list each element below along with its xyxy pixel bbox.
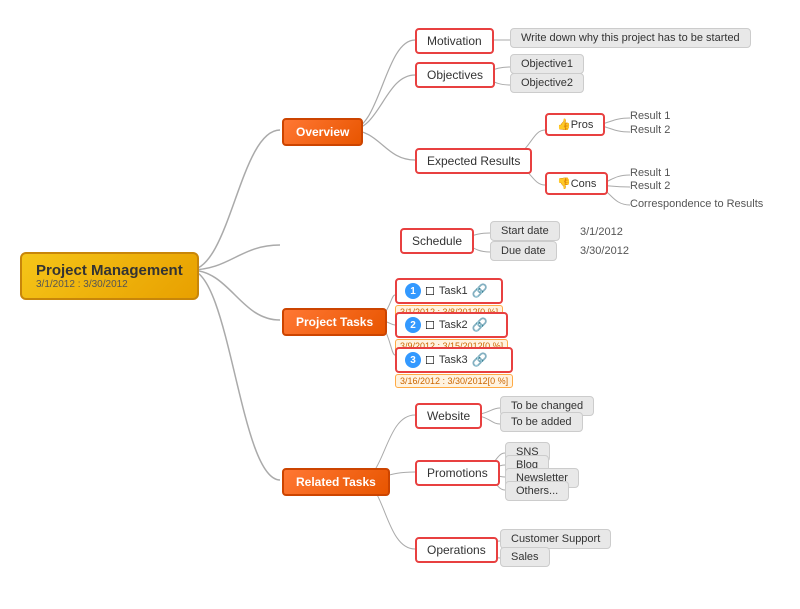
root-node: Project Management 3/1/2012 : 3/30/2012 xyxy=(20,252,199,300)
schedule-node[interactable]: Schedule xyxy=(400,228,474,254)
objective2: Objective2 xyxy=(510,73,584,93)
start-date-value: 3/1/2012 xyxy=(580,224,623,240)
correspondence-text: Correspondence to Results xyxy=(630,196,763,212)
motivation-node[interactable]: Motivation xyxy=(415,28,494,54)
promotions-node[interactable]: Promotions xyxy=(415,460,500,486)
expected-results-node[interactable]: Expected Results xyxy=(415,148,532,174)
website-item2: To be added xyxy=(500,412,583,432)
motivation-text: Write down why this project has to be st… xyxy=(510,28,751,48)
root-subtitle: 3/1/2012 : 3/30/2012 xyxy=(36,279,183,290)
objective1: Objective1 xyxy=(510,54,584,74)
task3-date: 3/16/2012 : 3/30/2012[0 %] xyxy=(395,374,513,388)
website-node[interactable]: Website xyxy=(415,403,482,429)
task2-icon: 🔗 xyxy=(472,317,488,333)
task1-icon: 🔗 xyxy=(472,283,488,299)
task1-name: Task1 xyxy=(439,285,468,297)
task1-num: 1 xyxy=(405,283,421,299)
operations-node[interactable]: Operations xyxy=(415,537,498,563)
related-tasks-node[interactable]: Related Tasks xyxy=(282,468,390,496)
objectives-node[interactable]: Objectives xyxy=(415,62,495,88)
due-date-label: Due date xyxy=(490,241,557,261)
task3-icon: 🔗 xyxy=(472,352,488,368)
promotions-item4: Others... xyxy=(505,481,569,501)
due-date-value: 3/30/2012 xyxy=(580,243,629,259)
task1-box[interactable]: 1 ☐ Task1 🔗 xyxy=(395,278,503,304)
task3-container: 3 ☐ Task3 🔗 3/16/2012 : 3/30/2012[0 %] xyxy=(395,347,513,388)
project-tasks-node[interactable]: Project Tasks xyxy=(282,308,387,336)
cons-node[interactable]: 👎Cons xyxy=(545,172,608,195)
task3-box[interactable]: 3 ☐ Task3 🔗 xyxy=(395,347,513,373)
pros-result2: Result 2 xyxy=(630,122,670,138)
operations-item2: Sales xyxy=(500,547,550,567)
task2-name: Task2 xyxy=(439,319,468,331)
overview-node[interactable]: Overview xyxy=(282,118,363,146)
start-date-label: Start date xyxy=(490,221,560,241)
cons-result2: Result 2 xyxy=(630,178,670,194)
root-title: Project Management xyxy=(36,262,183,279)
pros-node[interactable]: 👍Pros xyxy=(545,113,605,136)
task2-num: 2 xyxy=(405,317,421,333)
task2-box[interactable]: 2 ☐ Task2 🔗 xyxy=(395,312,508,338)
operations-item1: Customer Support xyxy=(500,529,611,549)
task3-num: 3 xyxy=(405,352,421,368)
task3-name: Task3 xyxy=(439,354,468,366)
